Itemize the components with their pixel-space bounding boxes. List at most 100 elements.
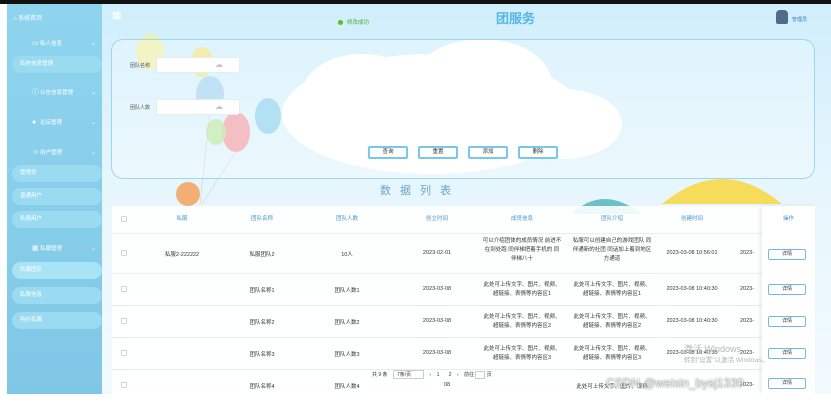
sidebar-item-label: 管理员 xyxy=(20,170,37,176)
sidebar-item-private-user[interactable]: 私服用户 xyxy=(12,211,102,228)
cell-team-name: 私服团队2 xyxy=(249,252,275,258)
goto-label: 前往 xyxy=(463,372,474,378)
select-all-checkbox[interactable] xyxy=(121,216,127,222)
cell-team-size: 10人 xyxy=(341,252,353,258)
cell-intro: 此处可上传文字、图片、视频、超链接、表情等内容区1 xyxy=(573,282,651,297)
delete-button[interactable]: 删除 xyxy=(518,146,558,159)
sidebar-item-private-server-info[interactable]: 私服信息 xyxy=(12,287,102,304)
success-toast: 修改成功 xyxy=(338,18,369,26)
avatar[interactable] xyxy=(776,10,788,24)
watermark-line1: 激活 Windows xyxy=(684,344,742,354)
table-row: 团队名称1 团队人数1 2023-03-08 此处可上传文字、图片、视频、超链接… xyxy=(112,273,815,305)
cloud-icon: ☁ xyxy=(215,60,223,69)
column-header: 成员信息 xyxy=(510,216,533,222)
prev-page-icon[interactable]: ‹ xyxy=(430,372,432,378)
cell-created: 2023-03-08 10:40:30 xyxy=(666,286,718,292)
grid-icon: ▦ xyxy=(32,245,39,252)
sidebar-item-private-message[interactable]: 私信信息管理 xyxy=(12,56,102,73)
team-name-input[interactable]: ☁ xyxy=(156,57,240,73)
sidebar-group-label: 用户管理 xyxy=(40,150,63,156)
cell-members: 此处可上传文字、图片、视频、超链接、表情等内容区1 xyxy=(483,282,561,297)
table-row: 团队名称2 团队人数2 2023-03-08 此处可上传文字、图片、视频、超链接… xyxy=(112,305,815,337)
reset-button[interactable]: 重置 xyxy=(418,146,458,159)
page-number[interactable]: 2 xyxy=(449,372,452,378)
sidebar-group-forum[interactable]: ● 论坛管理 ⌄ xyxy=(12,114,102,132)
info-icon: ⓘ xyxy=(32,89,39,96)
row-checkbox[interactable] xyxy=(121,286,127,292)
chevron-down-icon: ⌄ xyxy=(90,120,96,126)
add-button[interactable]: 添加 xyxy=(468,146,508,159)
page-number[interactable]: 1 xyxy=(437,372,440,378)
cell-intro: 此处可上传文字、图片、视频、超链接、表情等内容区2 xyxy=(573,314,651,329)
row-checkbox[interactable] xyxy=(121,250,127,256)
bottom-strip xyxy=(0,394,831,405)
sidebar-item-label: 私服用户 xyxy=(20,216,43,222)
sidebar-group-label: 私人信息 xyxy=(40,41,63,47)
team-name-label: 团队名称 xyxy=(130,63,151,69)
cell-members: 此处可上传文字、图片、视频、超链接、表情等内容区3 xyxy=(483,346,561,361)
page-size-select[interactable]: 7条/页 xyxy=(392,370,425,379)
windows-activation-watermark: 激活 Windows 转到"设置"以激活 Windows。 xyxy=(684,344,769,366)
detail-button[interactable]: 详情 xyxy=(768,316,806,327)
row-checkbox[interactable] xyxy=(121,350,127,356)
sidebar-item-normal-user[interactable]: 普通用户 xyxy=(12,188,102,205)
list-title: 数据列表 xyxy=(380,185,460,197)
detail-button[interactable]: 详情 xyxy=(768,284,806,295)
user-label[interactable]: 管理员 xyxy=(792,16,807,23)
cell-created: 2023-03-08 10:56:01 xyxy=(666,250,718,256)
next-page-icon[interactable]: › xyxy=(457,372,459,378)
location-icon: ● xyxy=(32,119,37,126)
chevron-down-icon: ⌄ xyxy=(90,150,96,156)
detail-button[interactable]: 详情 xyxy=(768,378,806,389)
column-header: 团队人数 xyxy=(335,216,358,222)
goto-input[interactable] xyxy=(475,371,486,379)
chevron-down-icon: ⌄ xyxy=(90,41,96,47)
sidebar-item-private-team[interactable]: 私服团队 xyxy=(12,262,102,279)
sidebar-group-label: 公告信息管理 xyxy=(40,90,74,96)
search-button[interactable]: 查询 xyxy=(368,146,408,159)
table-row: 私服2-222222 私服团队2 10人 2023-02-01 可以介绍团体的成… xyxy=(112,233,815,273)
user-icon: ☺ xyxy=(32,149,40,156)
cell-created: 2023-03-08 10:40:30 xyxy=(666,318,718,324)
cell-team-size: 团队人数1 xyxy=(334,288,360,294)
cell-extra: 2023- xyxy=(739,250,755,256)
brand-label: 系统首页 xyxy=(18,16,43,22)
sidebar-item-label: 私服信息 xyxy=(20,292,43,298)
pagination: 共 9 条 7条/页 ‹ 1 2 › 前往 页 xyxy=(372,370,492,379)
watermark-line2: 转到"设置"以激活 Windows。 xyxy=(684,357,769,364)
cell-team-size: 团队人数2 xyxy=(334,320,360,326)
row-checkbox[interactable] xyxy=(121,318,127,324)
sidebar-brand[interactable]: ⌂ 系统首页 xyxy=(7,12,102,26)
search-panel: 团队名称 ☁ 团队人数 ☁ 查询 重置 添加 删除 xyxy=(111,39,815,179)
chevron-down-icon: ⌄ xyxy=(90,90,96,96)
cell-founded: 2023-03-08 xyxy=(422,318,452,324)
cell-team-size: 团队人数3 xyxy=(334,352,360,358)
csdn-watermark: CSDN @weixin_bysj1330 xyxy=(606,376,744,390)
sidebar-item-admin[interactable]: 管理员 xyxy=(12,165,102,182)
cell-team-name: 团队名称3 xyxy=(249,352,275,358)
cell-team-name: 团队名称4 xyxy=(249,384,275,390)
detail-button[interactable]: 详情 xyxy=(768,348,806,359)
column-header: 团队介绍 xyxy=(600,216,623,222)
cell-founded: 2023-03-08 xyxy=(422,350,452,356)
page-title: 团服务 xyxy=(496,11,536,26)
sidebar-group-private-info[interactable]: ▭ 私人信息 ⌄ xyxy=(12,35,102,53)
sidebar-group-label: 私服管理 xyxy=(40,246,63,252)
detail-button[interactable]: 详情 xyxy=(768,249,806,260)
sidebar-group-user[interactable]: ☺ 用户管理 ⌄ xyxy=(12,144,102,162)
sidebar-item-special-server[interactable]: 特价私服 xyxy=(12,312,102,329)
check-circle-icon xyxy=(338,20,343,26)
cell-server: 私服2-222222 xyxy=(164,252,200,258)
cell-extra: 2023- xyxy=(739,286,755,292)
sidebar-item-label: 私信信息管理 xyxy=(20,61,54,67)
sidebar-item-label: 私服团队 xyxy=(20,267,43,273)
page-suffix: 页 xyxy=(486,372,492,378)
sidebar-group-private-server[interactable]: ▦ 私服管理 ⌄ xyxy=(12,240,102,258)
cloud-icon: ☁ xyxy=(215,102,223,111)
grid-icon[interactable]: ▦ xyxy=(112,10,121,21)
sidebar-group-notice[interactable]: ⓘ 公告信息管理 ⌄ xyxy=(12,84,102,102)
row-checkbox[interactable] xyxy=(121,382,127,388)
cell-team-name: 团队名称1 xyxy=(249,288,275,294)
team-size-input[interactable]: ☁ xyxy=(156,99,240,115)
sidebar-group-label: 论坛管理 xyxy=(40,120,63,126)
